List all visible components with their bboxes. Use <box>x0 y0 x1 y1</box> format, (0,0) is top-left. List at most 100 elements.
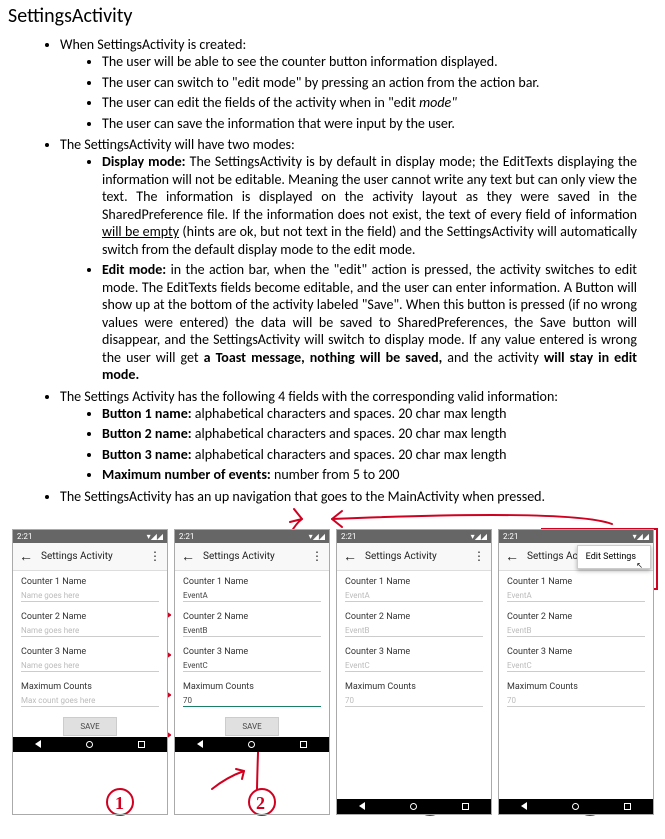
field-label: Counter 3 Name <box>183 647 321 657</box>
phone-content: Counter 1 NameEventA Counter 2 NameEvent… <box>499 571 653 799</box>
back-icon[interactable]: ← <box>181 548 195 565</box>
app-bar: ← Settings Activi Edit Settings ↖ <box>499 543 653 571</box>
nav-recent-icon[interactable] <box>624 803 631 810</box>
status-icons: ▾◢◢ <box>633 532 649 541</box>
sub-bullet-field: Button 2 name: alphabetical characters a… <box>102 425 665 443</box>
field-label: Counter 1 Name <box>507 577 645 587</box>
back-icon[interactable]: ← <box>343 548 357 565</box>
nav-bar <box>337 799 491 814</box>
text: The Settings Activity has the following … <box>60 388 558 405</box>
save-button[interactable]: SAVE <box>225 717 278 736</box>
status-icons: ▾◢◢ <box>309 532 325 541</box>
nav-recent-icon[interactable] <box>462 803 469 810</box>
status-bar: 2:21 ▾◢◢ <box>175 530 329 543</box>
main-list: When SettingsActivity is created: The us… <box>60 36 665 505</box>
field-label: Maximum Counts <box>507 682 645 692</box>
back-icon[interactable]: ← <box>505 548 519 565</box>
field-input: EventA <box>345 591 483 602</box>
field-label: Maximum Counts <box>345 682 483 692</box>
nav-bar <box>499 799 653 814</box>
text: and the activity <box>442 349 544 366</box>
field-label: Maximum Counts <box>183 682 321 692</box>
cursor-icon: ↖ <box>636 561 643 570</box>
sub-bullet-field: Maximum number of events: number from 5 … <box>102 466 665 484</box>
label: Button 2 name: <box>102 425 192 442</box>
overflow-icon[interactable]: ⋮ <box>473 550 485 562</box>
field-label: Counter 1 Name <box>183 577 321 587</box>
phone-screenshot-4: 2:21 ▾◢◢ ← Settings Activi Edit Settings … <box>498 529 654 815</box>
text: The SettingsActivity will have two modes… <box>60 136 295 153</box>
field-input: 70 <box>345 696 483 707</box>
field-input: EventB <box>345 626 483 637</box>
phone-screenshot-1: 2:21 ▾◢◢ ← Settings Activity ⋮ Counter 1 … <box>12 529 168 815</box>
sub-bullet-field: Button 1 name: alphabetical characters a… <box>102 405 665 423</box>
status-time: 2:21 <box>17 532 32 541</box>
save-button[interactable]: SAVE <box>63 717 116 736</box>
status-time: 2:21 <box>341 532 356 541</box>
phone-screenshot-2: 2:21▾◢◢ ← Settings Activity ⋮ Counter 1 … <box>174 529 330 815</box>
field-input: EventC <box>345 661 483 672</box>
field-label: Counter 3 Name <box>507 647 645 657</box>
sub-bullet: The user can edit the fields of the acti… <box>102 94 665 112</box>
back-icon[interactable]: ← <box>19 548 33 565</box>
status-bar: 2:21 ▾◢◢ <box>499 530 653 543</box>
sub-bullet: The user will be able to see the counter… <box>102 53 665 71</box>
label: Maximum number of events: <box>102 466 271 483</box>
field-input[interactable]: 70 <box>183 696 321 707</box>
bold-toast: a Toast message, nothing will be saved, <box>204 349 443 366</box>
nav-back-icon[interactable] <box>521 802 527 810</box>
screenshots-row: 1 2 3 4 2:21▾◢◢ ← Settings Activity ⋮ Co… <box>4 529 665 815</box>
desc: number from 5 to 200 <box>271 466 400 483</box>
field-label: Counter 2 Name <box>183 612 321 622</box>
status-time: 2:21 <box>179 532 194 541</box>
nav-recent-icon[interactable] <box>138 741 145 748</box>
label: Button 1 name: <box>102 405 192 422</box>
app-bar-title: Settings Activity <box>41 551 149 562</box>
field-label: Counter 1 Name <box>345 577 483 587</box>
page-title: SettingsActivity <box>8 4 665 28</box>
phone-content: Counter 1 NameName goes here Counter 2 N… <box>13 571 167 737</box>
field-input[interactable]: EventC <box>183 661 321 672</box>
text: The user can edit the fields of the acti… <box>102 94 416 111</box>
field-label: Counter 3 Name <box>345 647 483 657</box>
field-label: Maximum Counts <box>21 682 159 692</box>
phone-content: Counter 1 NameEventA Counter 2 NameEvent… <box>337 571 491 799</box>
field-label: Counter 2 Name <box>21 612 159 622</box>
desc: alphabetical characters and spaces. 20 c… <box>192 405 507 422</box>
underline: will be empty <box>102 223 179 240</box>
field-input[interactable]: Name goes here <box>21 591 159 602</box>
field-label: Counter 3 Name <box>21 647 159 657</box>
nav-home-icon[interactable] <box>572 803 579 810</box>
overflow-icon[interactable]: ⋮ <box>149 550 161 562</box>
field-input[interactable]: EventA <box>183 591 321 602</box>
bullet-up-nav: The SettingsActivity has an up navigatio… <box>60 488 665 505</box>
field-input: EventC <box>507 661 645 672</box>
label: Button 3 name: <box>102 446 192 463</box>
text: (hints are ok, but not text in the field… <box>102 223 637 258</box>
nav-home-icon[interactable] <box>86 741 93 748</box>
field-input: EventA <box>507 591 645 602</box>
nav-back-icon[interactable] <box>359 802 365 810</box>
field-input[interactable]: EventB <box>183 626 321 637</box>
bullet-when-created: When SettingsActivity is created: The us… <box>60 36 665 132</box>
nav-back-icon[interactable] <box>197 740 203 748</box>
nav-home-icon[interactable] <box>248 741 255 748</box>
status-icons: ▾◢◢ <box>471 532 487 541</box>
sub-bullet-field: Button 3 name: alphabetical characters a… <box>102 446 665 464</box>
overflow-icon[interactable]: ⋮ <box>311 550 323 562</box>
nav-bar <box>175 737 329 752</box>
sub-bullet-display-mode: Display mode: The SettingsActivity is by… <box>102 153 665 258</box>
field-input: EventB <box>507 626 645 637</box>
field-input[interactable]: Name goes here <box>21 626 159 637</box>
status-icons: ▾◢◢ <box>147 532 163 541</box>
field-input[interactable]: Max count goes here <box>21 696 159 707</box>
status-time: 2:21 <box>503 532 518 541</box>
nav-recent-icon[interactable] <box>300 741 307 748</box>
desc: alphabetical characters and spaces. 20 c… <box>192 425 507 442</box>
nav-back-icon[interactable] <box>35 740 41 748</box>
sub-bullet: The user can save the information that w… <box>102 115 665 133</box>
nav-home-icon[interactable] <box>410 803 417 810</box>
phone-screenshot-3: 2:21▾◢◢ ← Settings Activity ⋮ Counter 1 … <box>336 529 492 815</box>
nav-bar <box>13 737 167 752</box>
field-input[interactable]: Name goes here <box>21 661 159 672</box>
